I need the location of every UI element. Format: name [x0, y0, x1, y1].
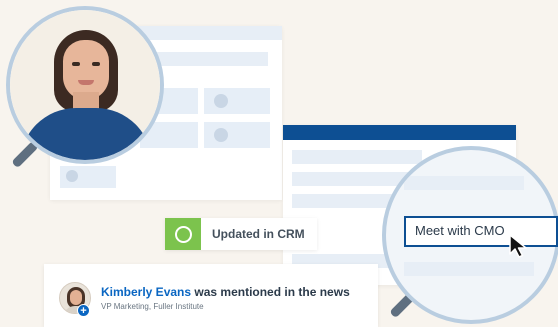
notification-headline: Kimberly Evans was mentioned in the news [101, 285, 350, 299]
plus-icon[interactable]: + [77, 304, 90, 317]
wireframe-bar [404, 176, 524, 190]
wireframe-dot [66, 170, 78, 182]
mouse-pointer-icon [509, 234, 527, 258]
portrait-eye [92, 62, 100, 66]
avatar-face [70, 290, 82, 305]
wireframe-bar [404, 262, 534, 276]
window-header-bar [283, 125, 516, 140]
notification-subtitle: VP Marketing, Fuller Institute [101, 302, 204, 311]
wireframe-dot [214, 128, 228, 142]
notification-message: was mentioned in the news [191, 285, 350, 299]
portrait-eye [72, 62, 80, 66]
wireframe-dot [214, 94, 228, 108]
portrait-face [63, 40, 109, 100]
portrait-mouth [78, 80, 94, 85]
crm-status-badge: Updated in CRM [165, 218, 317, 250]
magnifier-icon [6, 6, 164, 164]
crm-status-label: Updated in CRM [212, 227, 305, 241]
wireframe-bar [150, 52, 268, 66]
wireframe-bar [292, 150, 422, 164]
wireframe-bar [292, 194, 392, 208]
check-circle-icon [165, 218, 201, 250]
person-name-link[interactable]: Kimberly Evans [101, 285, 191, 299]
meeting-input[interactable]: Meet with CMO [404, 216, 558, 247]
